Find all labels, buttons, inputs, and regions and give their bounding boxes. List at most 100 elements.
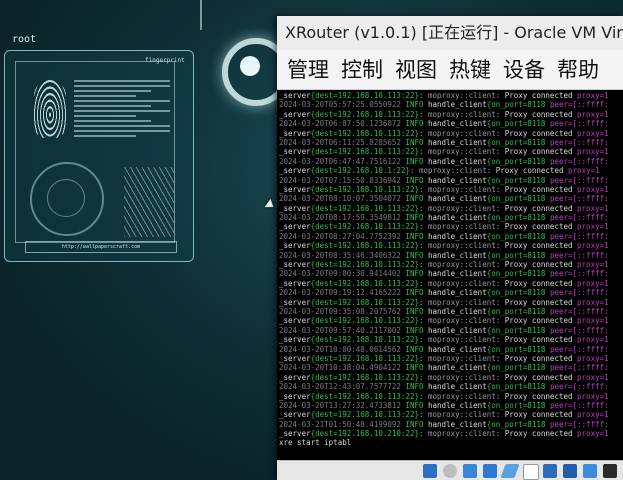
log-on-port: {on_port=8118 <box>486 382 550 392</box>
log-proxy-value: proxy=1 <box>577 410 609 420</box>
log-timestamp: 2024-03-20T08:27:04.7752392 <box>279 231 401 241</box>
log-message: Proxy connected <box>504 241 578 251</box>
console-line-proxy: _server{dest=192.168.10.113:22}: moproxy… <box>279 185 623 194</box>
log-dest: {dest=192.168.10.113:22} <box>310 278 419 288</box>
shared-folder-icon[interactable] <box>523 464 539 480</box>
log-peer: peer=[::ffff: <box>549 344 609 354</box>
log-timestamp: 2024-03-20T06:07:50.1236072 <box>279 119 401 129</box>
log-proxy-value: proxy=1 <box>577 203 609 213</box>
log-timestamp: 2024-03-20T10:00:48.0614562 <box>279 344 401 354</box>
log-handler: handle_client <box>428 400 487 410</box>
log-level: INFO <box>400 419 429 429</box>
log-proxy-value: proxy=1 <box>577 128 609 138</box>
log-proxy-prefix: _server <box>279 429 311 439</box>
virtualbox-vm-window[interactable]: XRouter (v1.0.1) [正在运行] - Oracle VM Virt… <box>277 16 623 480</box>
log-peer: peer=[::ffff: <box>549 419 609 429</box>
log-peer: peer=[::ffff: <box>549 269 609 279</box>
console-line-proxy: _server{dest=192.168.10.113:22}: moproxy… <box>279 373 623 382</box>
log-proxy-value: proxy=1 <box>577 91 609 100</box>
log-proxy-value: proxy=1 <box>577 335 609 345</box>
log-level: INFO <box>400 175 429 185</box>
vm-status-bar <box>277 460 623 480</box>
log-timestamp: 2024-03-20T13:27:32.4733812 <box>279 400 401 410</box>
log-peer: peer=[::ffff: <box>549 288 609 298</box>
log-on-port: {on_port=8118 <box>486 363 550 373</box>
hard-disk-icon[interactable] <box>423 464 437 478</box>
console-line-proxy: _server{dest=192.168.10.210:22}: moproxy… <box>279 429 623 438</box>
log-handler: handle_client <box>428 231 487 241</box>
console-line-info: 2024-03-20T09:57:40.2117002 INFO handle_… <box>279 326 623 335</box>
log-proxy-prefix: _server <box>279 166 311 176</box>
log-level: INFO <box>400 344 429 354</box>
log-on-port: {on_port=8118 <box>486 137 550 147</box>
menu-view[interactable]: 视图 <box>389 50 443 89</box>
log-level: INFO <box>400 250 429 260</box>
log-on-port: {on_port=8118 <box>486 269 550 279</box>
console-line-proxy: _server{dest=192.168.10.113:22}: moproxy… <box>279 204 623 213</box>
optical-drive-icon[interactable] <box>443 464 457 478</box>
log-on-port: {on_port=8118 <box>486 288 550 298</box>
menu-hotkeys[interactable]: 热键 <box>443 50 497 89</box>
log-module: : moproxy::client: <box>418 335 505 345</box>
log-level: INFO <box>400 231 429 241</box>
log-message: Proxy connected <box>504 147 578 157</box>
log-module: : moproxy::client: <box>418 128 505 138</box>
log-dest: {dest=192.168.10.113:22} <box>310 91 419 100</box>
log-timestamp: 2024-03-20T09:57:40.2117002 <box>279 325 401 335</box>
log-timestamp: 2024-03-20T09:00:30.9414402 <box>279 269 401 279</box>
log-message: Proxy connected <box>504 128 578 138</box>
console-line-proxy: _server{dest=192.168.10.113:22}: moproxy… <box>279 335 623 344</box>
recording-icon[interactable] <box>563 464 577 478</box>
menu-devices[interactable]: 设备 <box>497 50 551 89</box>
log-level: INFO <box>400 119 429 129</box>
display-icon[interactable] <box>543 464 557 478</box>
menu-help[interactable]: 帮助 <box>551 50 605 89</box>
log-module: : moproxy::client: <box>418 260 505 270</box>
log-module: : moproxy::client: <box>418 109 505 119</box>
log-proxy-value: proxy=1 <box>577 109 609 119</box>
log-dest: {dest=192.168.10.113:22} <box>310 222 419 232</box>
log-timestamp: 2024-03-20T09:35:08.2075762 <box>279 306 401 316</box>
log-on-port: {on_port=8118 <box>486 119 550 129</box>
vm-menu-bar: 管理 控制 视图 热键 设备 帮助 <box>277 50 623 90</box>
log-message: Proxy connected <box>504 316 578 326</box>
log-dest: {dest=192.168.10.113:22} <box>310 184 419 194</box>
usb-icon[interactable] <box>500 464 520 478</box>
log-handler: handle_client <box>428 325 487 335</box>
menu-manage[interactable]: 管理 <box>277 50 335 89</box>
log-handler: handle_client <box>428 363 487 373</box>
log-timestamp: 2024-03-21T01:50:48.4199092 <box>279 419 401 429</box>
log-level: INFO <box>400 137 429 147</box>
log-proxy-value: proxy=1 <box>577 297 609 307</box>
vm-console-screen[interactable]: _server{dest=192.168.10.113:22}: moproxy… <box>277 90 623 460</box>
console-line-proxy: _server{dest=192.168.10.113:22}: moproxy… <box>279 410 623 419</box>
console-line-info: 2024-03-20T12:43:07.7577722 INFO handle_… <box>279 382 623 391</box>
log-dest: {dest=192.168.10.113:22} <box>310 203 419 213</box>
network-icon[interactable] <box>483 464 497 478</box>
console-line-info: 2024-03-20T09:00:30.9414402 INFO handle_… <box>279 269 623 278</box>
window-title-bar[interactable]: XRouter (v1.0.1) [正在运行] - Oracle VM Virt… <box>277 16 623 50</box>
log-handler: handle_client <box>428 382 487 392</box>
hud-circle-graphic <box>30 162 104 236</box>
console-line-info: 2024-03-20T13:27:32.4733812 INFO handle_… <box>279 401 623 410</box>
log-on-port: {on_port=8118 <box>486 194 550 204</box>
mouse-integration-icon[interactable] <box>603 464 617 478</box>
log-proxy-value: proxy=1 <box>577 260 609 270</box>
log-peer: peer=[::ffff: <box>549 250 609 260</box>
cpu-icon[interactable] <box>583 464 597 478</box>
hud-inner-frame <box>15 61 175 243</box>
log-module: : moproxy::client: <box>418 316 505 326</box>
audio-icon[interactable] <box>463 464 477 478</box>
log-message: Proxy connected <box>504 91 578 100</box>
console-line-proxy: _server{dest=192.168.10.113:22}: moproxy… <box>279 392 623 401</box>
log-dest: {dest=192.168.10.113:22} <box>310 391 419 401</box>
console-line-proxy: _server{dest=192.168.10.113:22}: moproxy… <box>279 241 623 250</box>
log-message: Proxy connected <box>504 203 578 213</box>
console-line-info: 2024-03-20T09:19:12.4165222 INFO handle_… <box>279 288 623 297</box>
log-proxy-value: proxy=1 <box>568 166 600 176</box>
log-dest: {dest=192.168.10.113:22} <box>310 372 419 382</box>
log-timestamp: 2024-03-20T08:35:46.3406322 <box>279 250 401 260</box>
log-message: Proxy connected <box>504 222 578 232</box>
log-proxy-prefix: _server <box>279 391 311 401</box>
menu-control[interactable]: 控制 <box>335 50 389 89</box>
